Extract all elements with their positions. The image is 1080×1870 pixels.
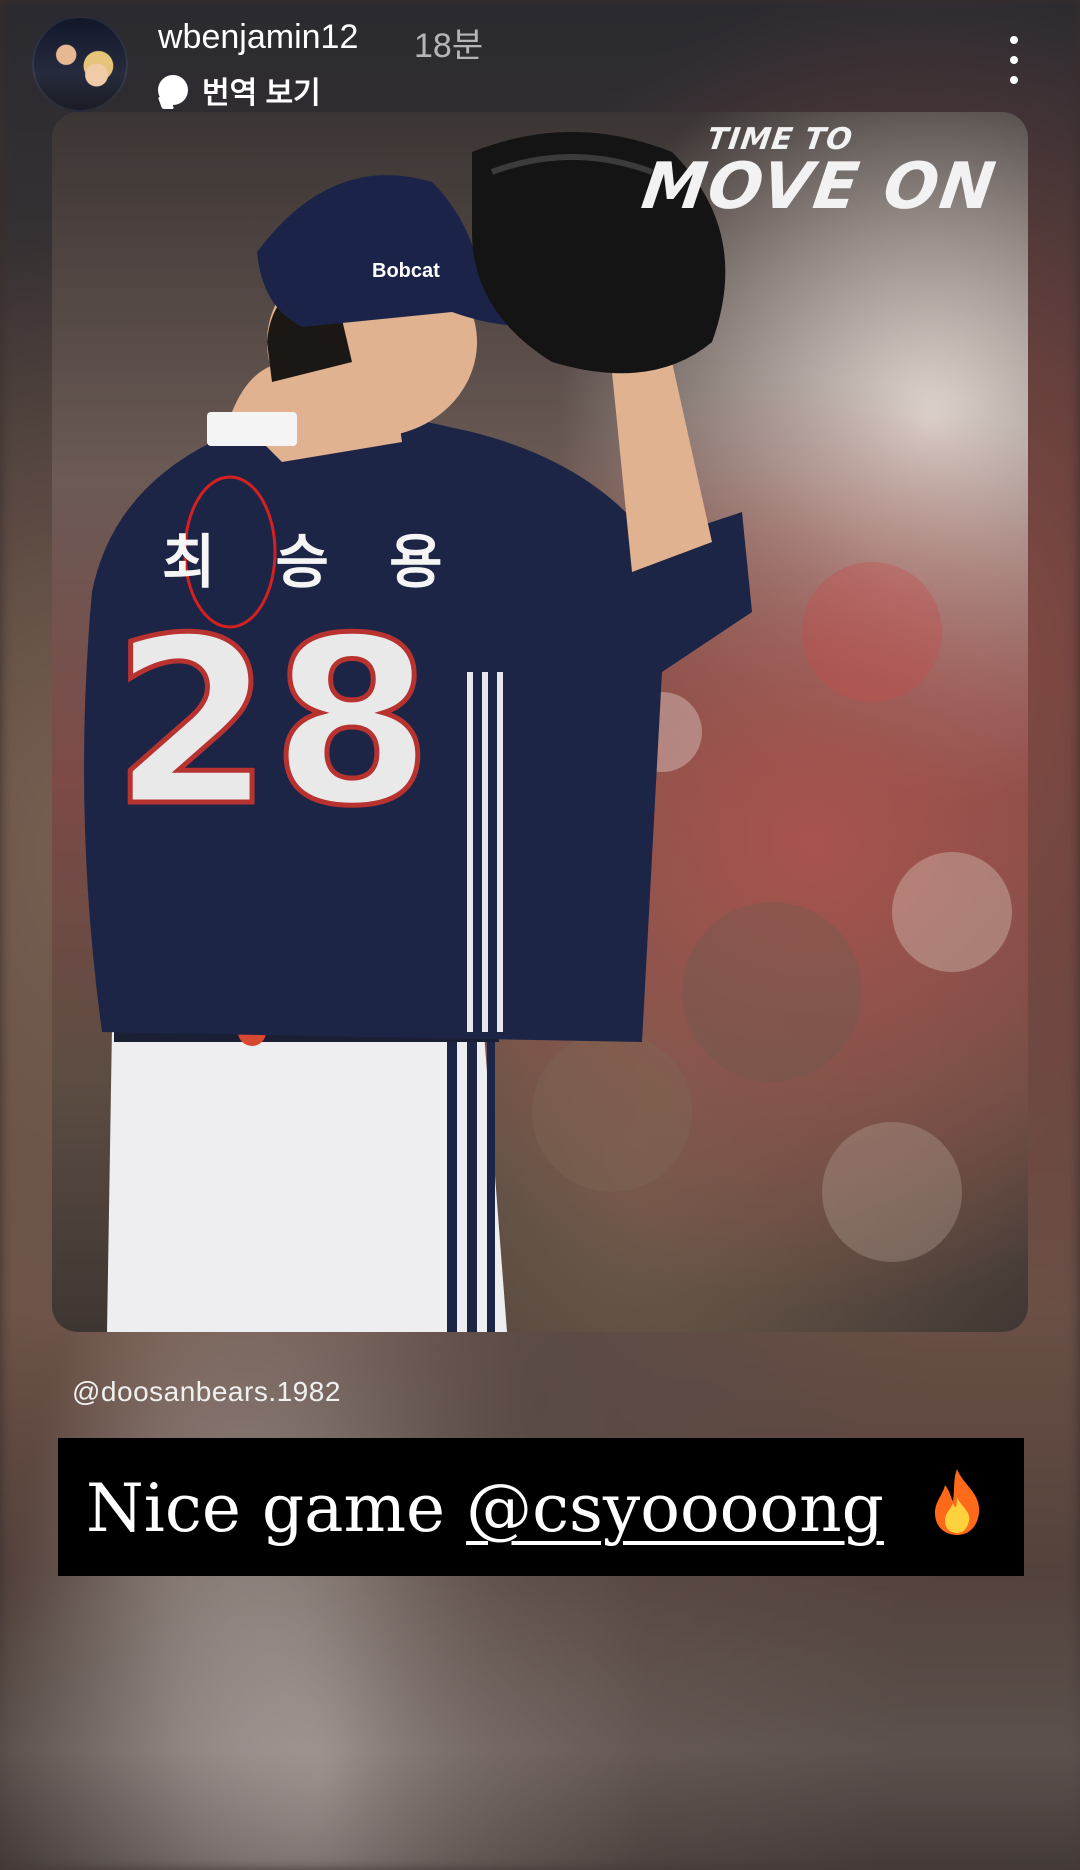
avatar[interactable] bbox=[32, 16, 128, 112]
jersey-name: 최 승 용 bbox=[162, 528, 462, 596]
mention-link[interactable]: @csyoooong bbox=[466, 1470, 884, 1547]
more-options-button[interactable] bbox=[1006, 36, 1022, 84]
post-time: 18분 bbox=[414, 27, 484, 65]
speech-bubble-icon bbox=[158, 75, 188, 105]
username[interactable]: wbenjamin12 bbox=[158, 18, 358, 57]
translate-label: 번역 보기 bbox=[202, 77, 321, 110]
caption-bar: Nice game @csyoooong bbox=[58, 1438, 1024, 1576]
jersey-number: 28 bbox=[112, 590, 432, 857]
cap-logo: Bobcat bbox=[372, 260, 440, 282]
caption-text: Nice game @csyoooong bbox=[86, 1467, 985, 1547]
translate-button[interactable]: 번역 보기 bbox=[158, 70, 321, 110]
source-credit[interactable]: @doosanbears.1982 bbox=[72, 1376, 341, 1408]
overlay-brand-text: TIME TO MOVE ON bbox=[637, 122, 1005, 224]
pitcher-photo: Bobcat 최 승 용 28 bbox=[84, 132, 1012, 1332]
fire-icon bbox=[934, 1469, 980, 1535]
bottom-blur-overlay bbox=[0, 1570, 1080, 1870]
more-vertical-icon bbox=[1010, 36, 1018, 44]
caption-prefix: Nice game bbox=[86, 1470, 467, 1547]
brand-line-2: MOVE ON bbox=[637, 150, 1001, 224]
story-image: Bobcat 최 승 용 28 TIME TO MOVE ON bbox=[52, 112, 1028, 1332]
